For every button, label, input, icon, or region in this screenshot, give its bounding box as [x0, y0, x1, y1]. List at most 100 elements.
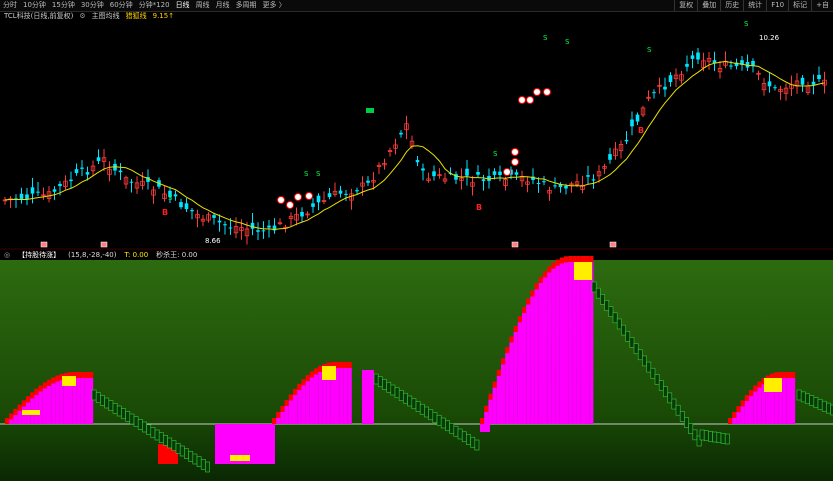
candle-body — [25, 194, 29, 200]
candle-body — [85, 172, 90, 175]
indicator-bar-green — [474, 439, 480, 451]
indicator-bar-yellow — [764, 378, 782, 392]
indicator-bar-red — [530, 290, 535, 297]
indicator-params: (15,8,-28,-40) — [68, 251, 117, 259]
indicator-bar-red — [572, 256, 577, 262]
candle-body — [118, 170, 123, 173]
indicator-bar-red — [732, 411, 737, 418]
indicator-bar-green — [196, 456, 202, 467]
indicator-bar-pink — [38, 391, 43, 424]
indicator-bar-red — [782, 372, 787, 378]
indicator-bar-pink — [89, 378, 94, 424]
second-kill-value: 秒杀王: 0.00 — [156, 251, 198, 259]
indicator-bar-green — [163, 435, 168, 446]
indicator-bar-green — [108, 400, 114, 411]
indicator-bar-pink — [80, 378, 85, 424]
indicator-bar-pink — [517, 322, 522, 424]
sell-marker: S — [304, 170, 309, 178]
indicator-bar-green — [440, 417, 446, 429]
signal-dot — [526, 96, 534, 104]
close-icon[interactable]: ◎ — [4, 251, 10, 260]
indicator-bar-green — [398, 390, 404, 401]
indicator-bar-pink — [551, 268, 556, 424]
candle-body — [481, 179, 486, 182]
candle-body — [217, 220, 222, 223]
indicator-bar-pink — [547, 272, 552, 424]
indicator-bar-green — [419, 403, 425, 415]
indicator-bar-red — [736, 406, 741, 413]
indicator-bar-green — [646, 361, 652, 373]
indicator-bar-red — [580, 256, 585, 262]
candle-body — [327, 193, 332, 198]
indicator-bar-yellow — [574, 262, 592, 280]
indicator-bar-green — [116, 405, 122, 417]
indicator-bar-green — [699, 429, 705, 441]
indicator-bar-green — [129, 413, 135, 425]
indicator-bar-green — [133, 416, 139, 427]
candle-body — [355, 190, 359, 192]
indicator-bar-green — [146, 424, 152, 435]
candle-body — [536, 182, 541, 184]
indicator-bar-green — [604, 300, 610, 311]
indicator-bar-green — [121, 408, 126, 419]
candle-body — [129, 181, 134, 183]
indicator-bar-red — [80, 372, 85, 378]
indicator-bar-green — [692, 429, 698, 441]
indicator-bar-green — [436, 414, 442, 426]
indicator-bar-green — [428, 409, 434, 421]
indicator-bar-pink — [280, 411, 285, 424]
indicator-bar-green — [461, 431, 467, 443]
indicator-bar-green — [179, 445, 185, 457]
indicator-bar-green — [382, 379, 387, 390]
buy-marker: B — [162, 208, 168, 217]
candle-body — [817, 74, 821, 79]
indicator-bar-red — [38, 385, 43, 392]
indicator-bar-green — [171, 440, 177, 451]
low-price-label: 8.66 — [205, 237, 221, 245]
indicator-bar-red — [5, 418, 10, 424]
indicator-bar-green — [621, 324, 626, 336]
candle-body — [311, 203, 315, 207]
indicator-bar-green — [679, 411, 685, 422]
indicator-bar-red — [757, 381, 762, 388]
indicator-bar-pink — [297, 389, 302, 424]
indicator-bar-green — [600, 294, 605, 305]
candle-body — [190, 210, 194, 212]
indicator-bar-pink — [84, 378, 89, 424]
indicator-bar-red — [749, 389, 754, 396]
indicator-panel[interactable] — [0, 256, 833, 481]
indicator-bar-pink — [786, 378, 791, 424]
candle-body — [564, 185, 568, 189]
indicator-bar-red — [492, 381, 497, 388]
indicator-bar-red — [568, 256, 573, 262]
indicator-bar-pink — [17, 410, 22, 424]
indicator-bar-green — [650, 367, 656, 379]
indicator-bar-red — [547, 266, 552, 273]
indicator-bar-yellow — [62, 376, 76, 386]
indicator-title[interactable]: 【持股待涨】 — [18, 251, 60, 260]
indicator-bar-pink — [293, 394, 298, 424]
buy-marker: B — [476, 203, 482, 212]
indicator-bar-pink — [301, 385, 306, 424]
indicator-bar-pink — [534, 289, 539, 424]
candle-body — [344, 193, 348, 195]
candle-body — [316, 195, 321, 203]
sell-marker: S — [316, 170, 321, 178]
indicator-bar-red — [55, 375, 60, 382]
signal-dot — [286, 201, 294, 209]
indicator-bar-pink — [288, 400, 293, 424]
indicator-bar-pink — [509, 342, 514, 424]
indicator-bar-green — [817, 399, 823, 410]
indicator-bar-green — [415, 401, 421, 412]
indicator-bar-pink — [526, 304, 531, 424]
indicator-bar-red — [496, 369, 501, 376]
candlestick-panel[interactable]: 10.268.66BBBSS SSS SSS — [0, 20, 833, 250]
indicator-bar-pink — [732, 417, 737, 424]
indicator-bar-green — [703, 430, 709, 441]
candle-body — [514, 172, 519, 175]
candle-body — [80, 167, 84, 169]
indicator-bar-pink — [568, 262, 573, 424]
indicator-bar-pink — [484, 411, 489, 424]
indicator-bar-red — [728, 418, 733, 424]
chart-canvas[interactable]: 10.268.66BBBSS SSS SSS — [0, 0, 833, 481]
